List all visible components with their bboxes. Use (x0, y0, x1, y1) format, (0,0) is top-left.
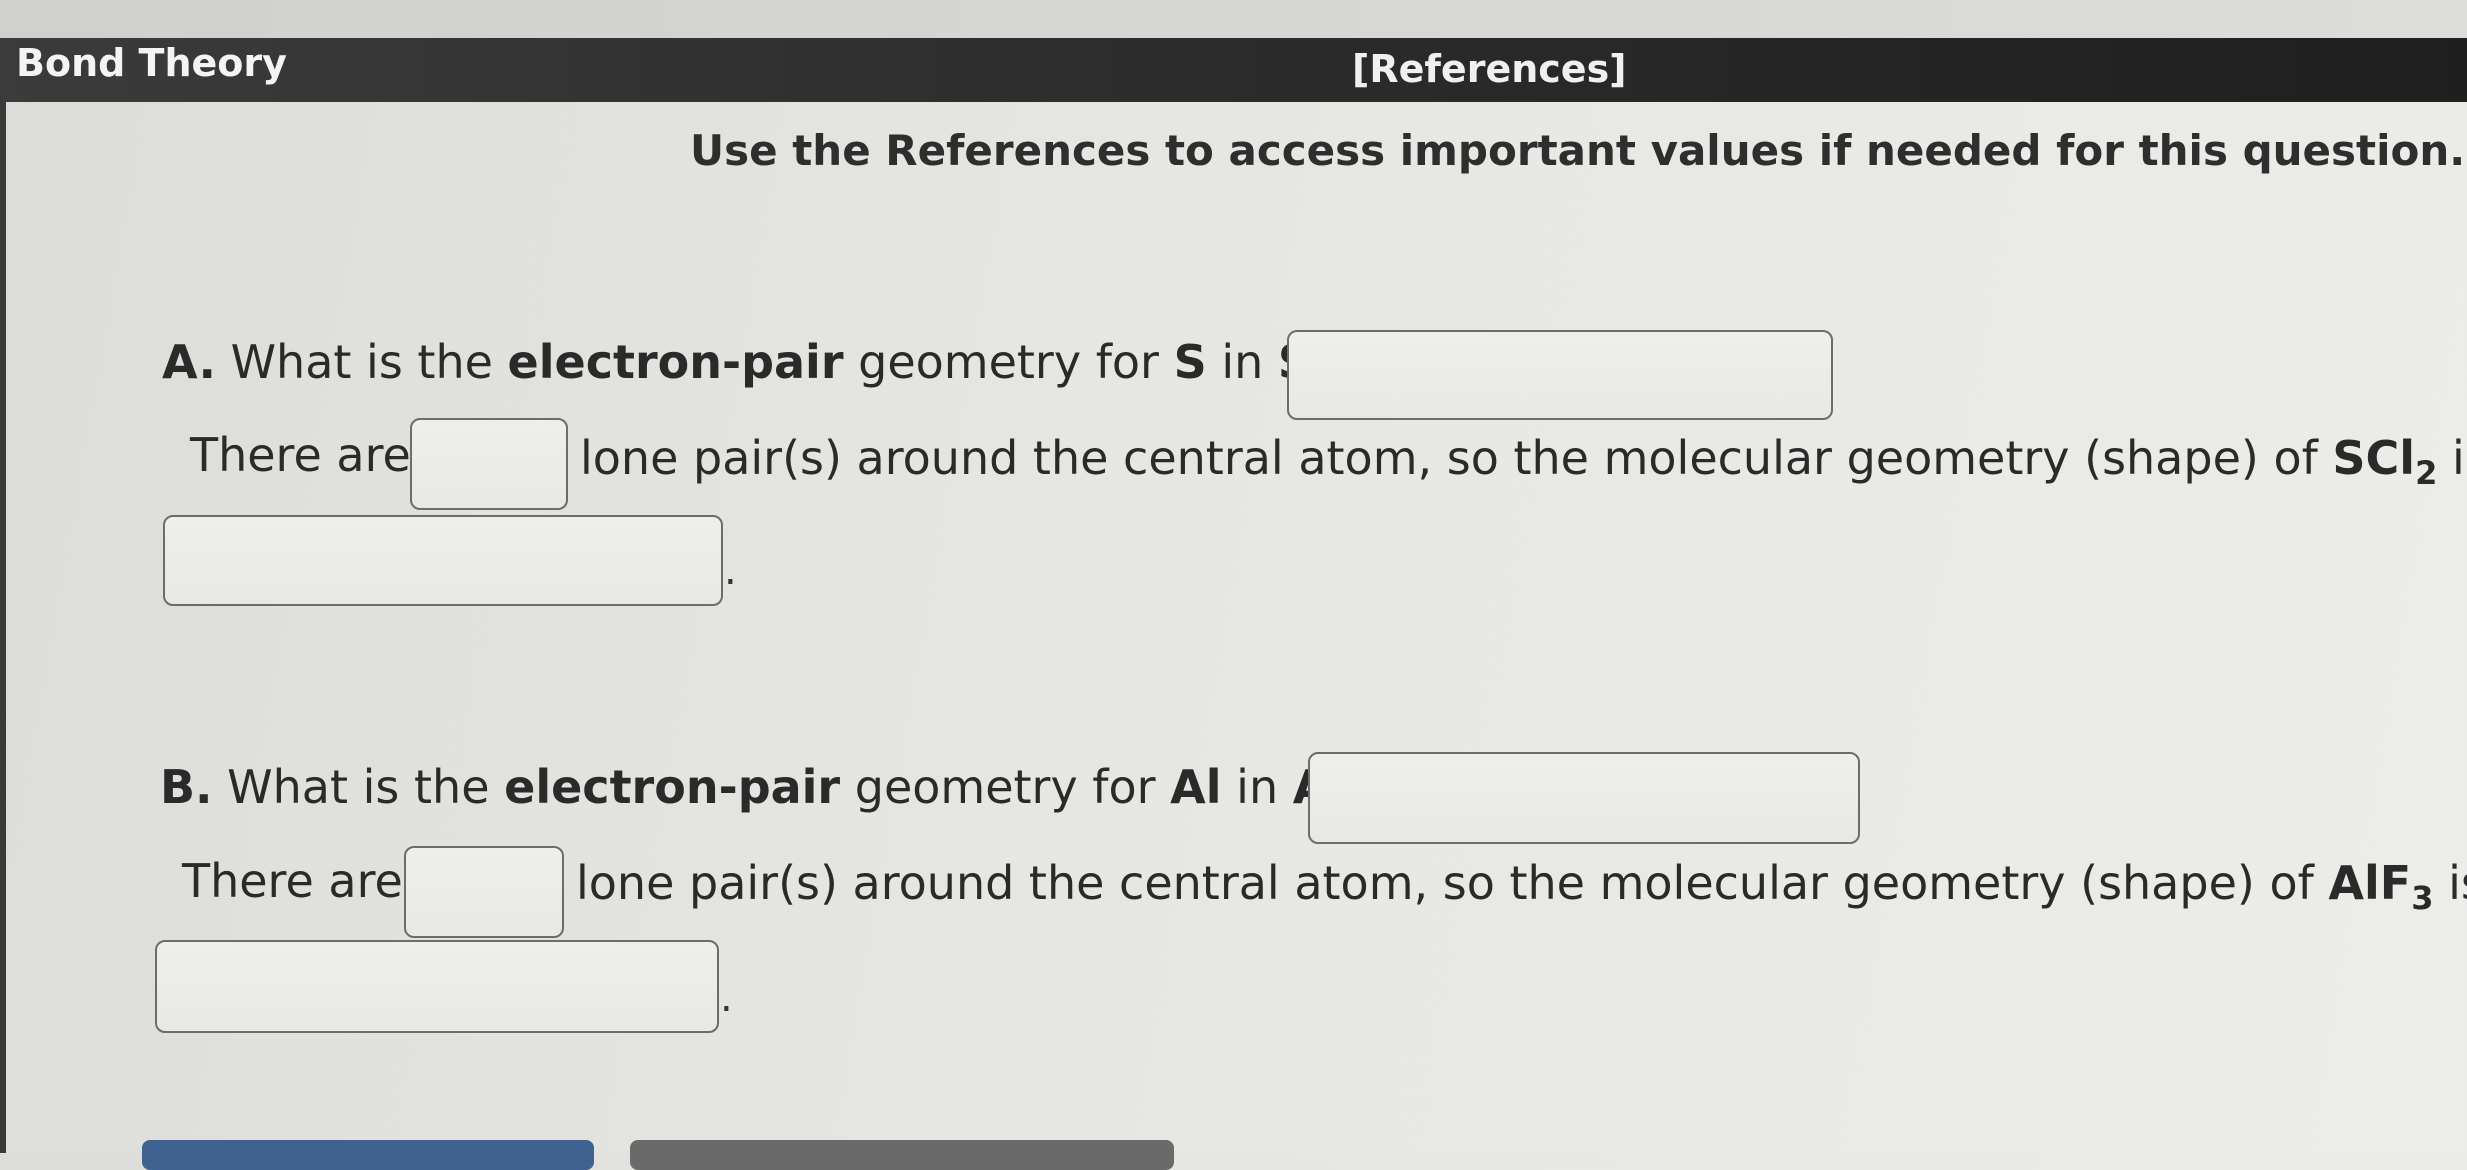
part-b-subscript-2: 3 (2411, 879, 2434, 917)
part-b-question: B. What is the electron-pair geometry fo… (160, 757, 1422, 832)
part-a-lone-pairs-input[interactable] (410, 418, 568, 510)
part-a-q-pre: What is the (230, 335, 493, 389)
part-a-q-mid: geometry for (858, 335, 1159, 389)
submit-button[interactable] (142, 1140, 594, 1170)
part-a-electron-geometry-input[interactable] (1287, 330, 1833, 420)
part-b-there-are: There are (182, 854, 403, 908)
part-a-lone-pairs-sentence: lone pair(s) around the central atom, so… (580, 428, 2467, 503)
secondary-button[interactable] (630, 1140, 1174, 1170)
part-a-molecular-geometry-input[interactable] (163, 515, 723, 606)
part-a-atom: S (1173, 335, 1207, 389)
part-a-period: . (724, 548, 737, 594)
part-a-subscript-2: 2 (2415, 454, 2438, 492)
part-b-molecule-2: AlF (2328, 856, 2412, 910)
part-a-is: is (2451, 431, 2467, 485)
part-a-q-bold: electron-pair (507, 335, 844, 389)
part-a-label: A. (162, 335, 216, 389)
part-b-lone-pairs-text: lone pair(s) around the central atom, so… (576, 856, 2314, 910)
part-a-question: A. What is the electron-pair geometry fo… (162, 332, 1407, 407)
part-b-q-mid: geometry for (854, 760, 1156, 814)
part-a-q-in: in (1221, 335, 1264, 389)
part-b-atom: Al (1170, 760, 1222, 814)
header-bar (0, 38, 2467, 102)
part-a-lone-pairs-text: lone pair(s) around the central atom, so… (580, 431, 2318, 485)
part-b-label: B. (160, 760, 213, 814)
part-b-q-pre: What is the (227, 760, 490, 814)
part-a-there-are: There are (190, 428, 411, 482)
part-b-is: is (2448, 856, 2467, 910)
part-b-q-in: in (1236, 760, 1279, 814)
top-strip (0, 0, 2467, 38)
part-b-electron-geometry-input[interactable] (1308, 752, 1860, 844)
page-title: Bond Theory (16, 41, 287, 85)
part-b-period: . (720, 975, 733, 1021)
part-b-lone-pairs-sentence: lone pair(s) around the central atom, so… (576, 853, 2467, 928)
part-a-molecule-2: SCl (2332, 431, 2416, 485)
left-edge-divider (0, 102, 6, 1153)
references-link[interactable]: [References] (1352, 44, 1627, 94)
part-b-lone-pairs-input[interactable] (404, 846, 564, 938)
part-b-molecular-geometry-input[interactable] (155, 940, 719, 1033)
part-b-q-bold: electron-pair (504, 760, 841, 814)
instructions-text: Use the References to access important v… (690, 126, 2466, 175)
